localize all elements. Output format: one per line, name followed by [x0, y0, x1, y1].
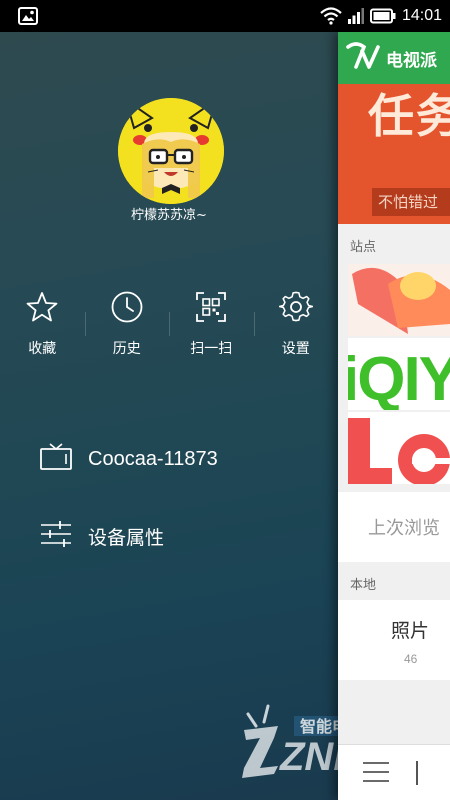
menu-icon[interactable]: [362, 761, 390, 787]
qr-scan-icon: [194, 290, 228, 328]
settings-label: 设置: [281, 341, 310, 357]
navigation-drawer: 柠檬苏苏凉~ 收藏 历史 扫一扫 设置 Coocaa-11873 设备属性 ZN…: [0, 32, 338, 800]
local-photos-card[interactable]: 照片 46: [338, 600, 450, 680]
favorites-label: 收藏: [28, 341, 57, 357]
history-button[interactable]: 历史: [84, 290, 170, 360]
app-title: 电视派: [386, 50, 437, 71]
site-tile-1[interactable]: [348, 264, 450, 336]
main-page: 电视派 任务 不怕错过 站点 iQIY 上次浏览 本地 照片 46: [338, 32, 450, 800]
local-photos-name: 照片: [391, 620, 430, 642]
wifi-icon: [320, 7, 342, 25]
banner-subtext: 不怕错过: [372, 188, 450, 216]
tv-icon: [40, 442, 72, 476]
svg-text:iQIY: iQIY: [348, 345, 450, 410]
znds-watermark: ZNDS 智能电视网: [238, 700, 338, 800]
site-tile-le[interactable]: [348, 412, 450, 484]
star-icon: [25, 290, 59, 328]
scan-label: 扫一扫: [190, 341, 233, 357]
sliders-icon: [40, 520, 72, 552]
settings-button[interactable]: 设置: [253, 290, 339, 360]
device-properties-label: 设备属性: [88, 526, 165, 549]
bottom-divider: [416, 761, 418, 785]
watermark-text: 智能电视网: [300, 717, 338, 736]
local-section-label: 本地: [350, 578, 377, 593]
bottom-bar: [338, 744, 450, 800]
scan-button[interactable]: 扫一扫: [169, 290, 254, 360]
site-tile-iqiyi[interactable]: iQIY: [348, 338, 450, 410]
recent-label: 上次浏览: [368, 518, 440, 539]
gear-icon: [278, 290, 314, 328]
status-bar: 14:01: [0, 0, 450, 32]
promo-banner[interactable]: 任务 不怕错过: [338, 84, 450, 224]
signal-icon: [347, 8, 364, 24]
device-properties[interactable]: 设备属性: [40, 520, 164, 552]
device-coocaa[interactable]: Coocaa-11873: [40, 442, 218, 476]
sites-section-label: 站点: [350, 240, 377, 255]
local-photos-count: 46: [404, 652, 418, 666]
battery-icon: [369, 8, 396, 24]
clock-icon: [110, 290, 144, 328]
device-name: Coocaa-11873: [88, 447, 218, 470]
username: 柠檬苏苏凉~: [131, 208, 207, 223]
favorites-button[interactable]: 收藏: [0, 290, 85, 360]
main-header: 电视派: [338, 32, 450, 84]
status-time: 14:01: [401, 7, 442, 24]
recent-browsing[interactable]: 上次浏览: [338, 492, 450, 562]
image-notification-icon: [18, 7, 38, 25]
watermark-brand: ZNDS: [279, 735, 338, 779]
quick-actions: 收藏 历史 扫一扫 设置: [0, 290, 338, 360]
avatar[interactable]: [118, 98, 224, 204]
history-label: 历史: [112, 341, 141, 357]
banner-headline: 任务: [368, 89, 450, 143]
tv-logo-icon: [346, 41, 380, 75]
